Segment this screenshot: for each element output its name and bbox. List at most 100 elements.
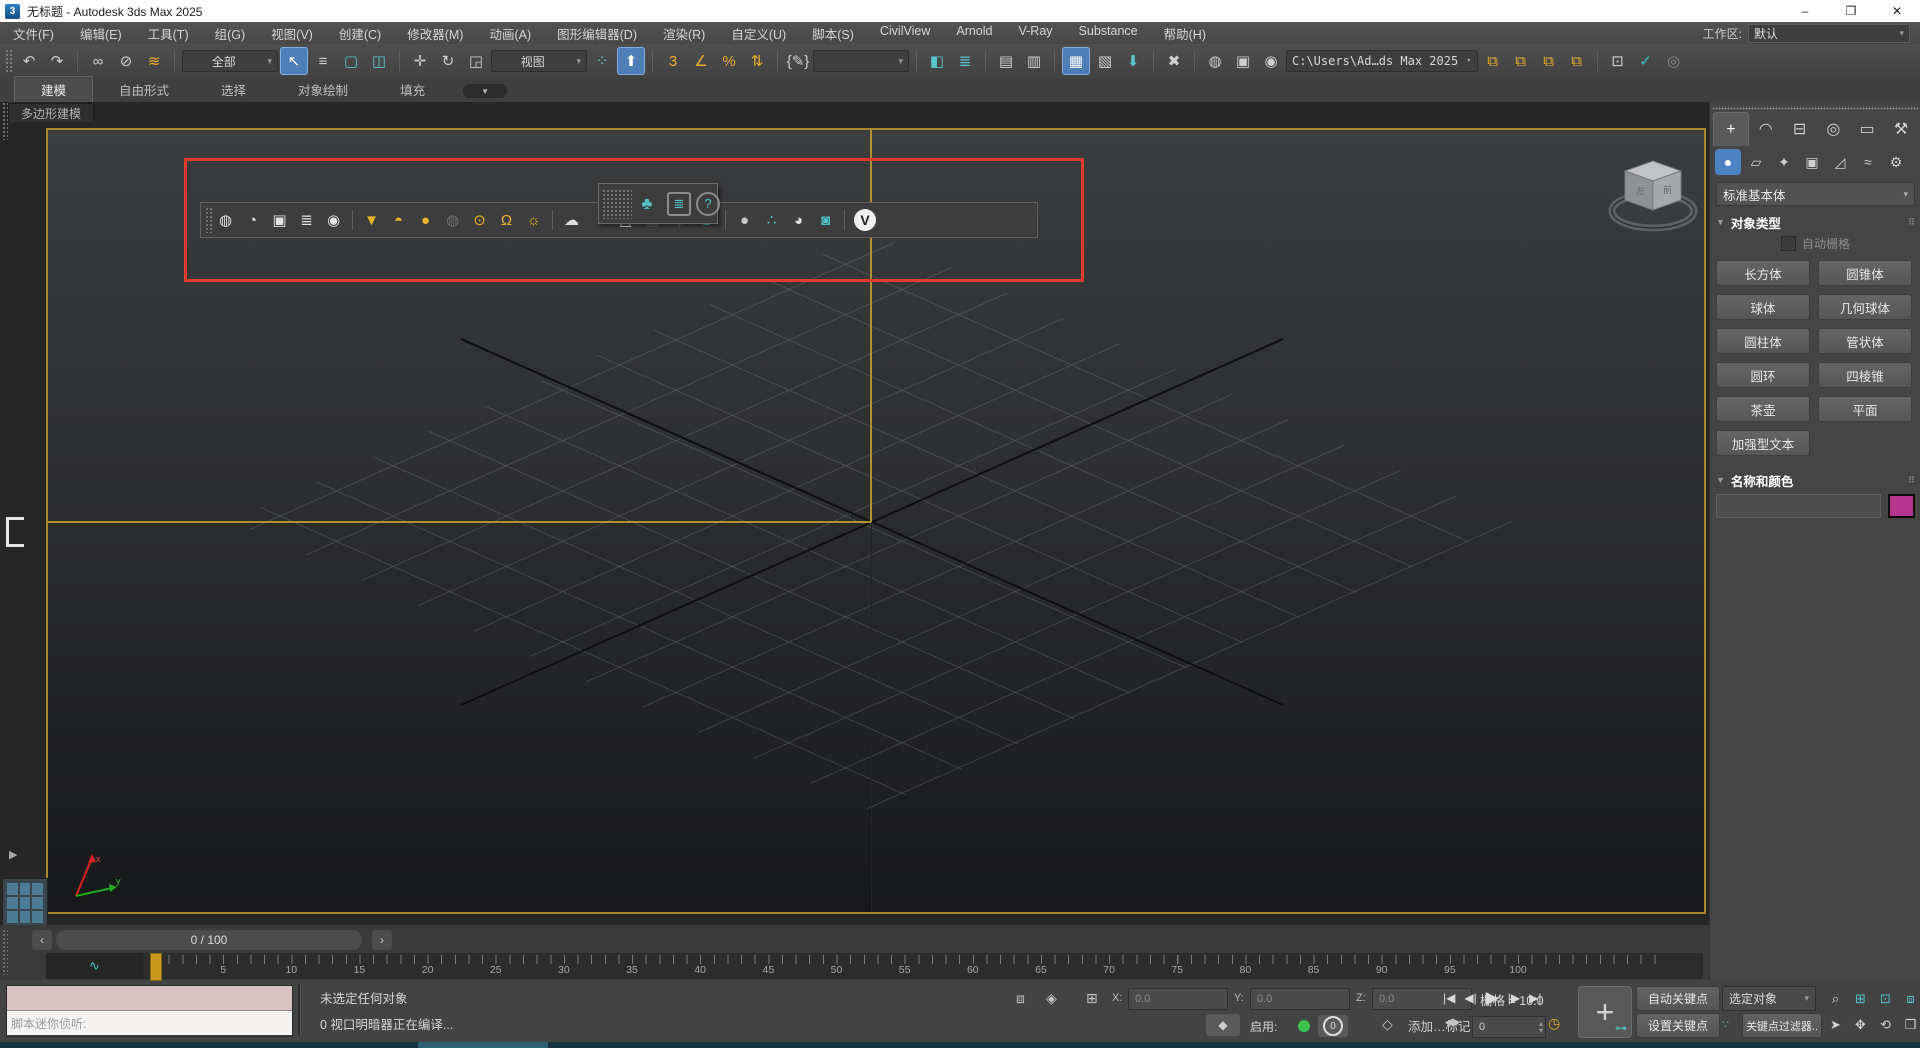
pan-view-button[interactable]: ✥ (1849, 1013, 1872, 1036)
ribbon-tab-populate[interactable]: 填充 (374, 77, 451, 102)
select-object-button[interactable]: ↖ (280, 47, 308, 75)
zoom-all-button[interactable]: ⊞ (1849, 987, 1872, 1010)
tab-create[interactable]: + (1713, 112, 1749, 146)
go-to-start-button[interactable]: |◀ (1443, 991, 1455, 1005)
keyboard-override-button[interactable]: ✖ (1161, 48, 1187, 74)
vray-palette-icon[interactable]: ◕ (785, 207, 812, 233)
select-and-scale-button[interactable]: ◲ (463, 48, 489, 74)
menu-substance[interactable]: Substance (1066, 24, 1151, 43)
ribbon-tab-modeling[interactable]: 建模 (14, 76, 93, 102)
unlink-selection-icon[interactable]: ⊘ (113, 48, 139, 74)
rectangular-selection-region-button[interactable]: ▢ (338, 48, 364, 74)
transform-type-in-icon[interactable]: ⊞ (1086, 990, 1098, 1007)
caddy-counter-button[interactable]: 0 (1318, 1015, 1348, 1037)
selection-lock-icon[interactable]: ◈ (1046, 990, 1057, 1007)
menu-create[interactable]: 创建(C) (326, 24, 394, 43)
ribbon-tab-selection[interactable]: 选择 (195, 77, 272, 102)
vegetation-trees-icon[interactable]: ♣ (632, 189, 662, 219)
list-document-icon[interactable]: ≣ (667, 192, 691, 216)
open-mini-curve-editor-button[interactable]: ∿ (46, 953, 144, 979)
spinner-icon[interactable]: ▴▾ (1539, 1020, 1543, 1034)
adaptive-degradation-shield-icon[interactable]: ◆ (1206, 1014, 1240, 1036)
viewcube-front-label[interactable]: 前 (1663, 184, 1672, 195)
vray-disc-light-icon[interactable]: ⊙ (466, 207, 493, 233)
selection-filter-dropdown[interactable]: 全部 (182, 50, 278, 72)
asset-window-button-2[interactable]: ⧉ (1508, 48, 1534, 74)
button-cylinder[interactable]: 圆柱体 (1716, 328, 1810, 354)
use-pivot-point-button[interactable]: ⁘ (589, 48, 615, 74)
render-setup-button[interactable]: ◍ (1202, 48, 1228, 74)
expand-arrow-icon[interactable]: ▶ (9, 848, 17, 861)
window-crossing-button[interactable]: ◫ (366, 48, 392, 74)
viewport-layout-grid-button[interactable] (2, 878, 48, 928)
x-coordinate-field[interactable]: 0.0 (1128, 988, 1228, 1010)
category-cameras[interactable]: ▣ (1799, 149, 1825, 175)
time-ruler[interactable]: 0510152025303540455055606570758085909510… (143, 953, 1703, 979)
listener-script-row[interactable]: 脚本迷你侦听: (7, 1011, 292, 1035)
menu-edit[interactable]: 编辑(E) (67, 24, 135, 43)
zoom-button[interactable]: ⌕ (1824, 987, 1847, 1010)
percent-snap-button[interactable]: % (716, 48, 742, 74)
view-cube[interactable]: 左 前 (1598, 148, 1706, 244)
listener-macro-row[interactable] (7, 986, 292, 1011)
curve-editor-button[interactable]: ▦ (1062, 47, 1090, 75)
ribbon-tab-freeform[interactable]: 自由形式 (93, 77, 195, 102)
category-helpers[interactable]: ◿ (1827, 149, 1853, 175)
menu-graph-editors[interactable]: 图形编辑器(D) (544, 24, 650, 43)
previous-frame-button[interactable]: ◀| (1464, 991, 1476, 1005)
selection-set-dropdown[interactable]: 选定对象 (1722, 986, 1816, 1011)
vray-physical-camera-icon[interactable]: ◉ (320, 207, 347, 233)
field-of-view-button[interactable]: ➤ (1824, 1013, 1847, 1036)
vray-ies-light-icon[interactable]: Ω (493, 207, 520, 233)
next-frame-arrow[interactable]: › (372, 930, 392, 950)
maximize-viewport-toggle[interactable]: ❒ (1899, 1013, 1920, 1036)
arnold-rings-button[interactable]: ◎ (1661, 48, 1687, 74)
vray-sphere-light-icon[interactable]: ● (412, 207, 439, 233)
angle-snap-button[interactable]: ∠ (688, 48, 714, 74)
ribbon-collapse-button[interactable]: ▼ (463, 84, 507, 98)
ribbon-tab-object-paint[interactable]: 对象绘制 (272, 77, 374, 102)
asset-window-button-3[interactable]: ⧉ (1536, 48, 1562, 74)
tab-display[interactable]: ▭ (1850, 112, 1884, 146)
time-slider-handle[interactable] (150, 953, 162, 981)
tab-motion[interactable]: ◎ (1816, 112, 1850, 146)
zoom-extents-button[interactable]: ⊡ (1874, 987, 1897, 1010)
vray-sky-icon[interactable]: ☁ (558, 207, 585, 233)
close-button[interactable]: ✕ (1874, 0, 1920, 22)
perspective-viewport[interactable]: 左 前 x y (46, 128, 1706, 914)
named-selection-dropdown[interactable] (813, 50, 909, 72)
redo-button[interactable]: ↷ (44, 48, 70, 74)
menu-group[interactable]: 组(G) (202, 24, 259, 43)
category-geometry[interactable]: ● (1715, 149, 1741, 175)
vray-render-settings-icon[interactable]: ▣ (266, 207, 293, 233)
key-steps-icon[interactable]: ∵ (1722, 1018, 1729, 1031)
button-sphere[interactable]: 球体 (1716, 294, 1810, 320)
asset-window-button-4[interactable]: ⧉ (1564, 48, 1590, 74)
category-lights[interactable]: ✦ (1771, 149, 1797, 175)
button-plane[interactable]: 平面 (1818, 396, 1912, 422)
vray-mesh-light-icon[interactable]: ◍ (439, 207, 466, 233)
select-and-link-icon[interactable]: ∞ (85, 48, 111, 74)
mirror-button[interactable]: ◧ (924, 48, 950, 74)
key-mode-toggle[interactable]: ◀▶ (1445, 1017, 1460, 1028)
button-box[interactable]: 长方体 (1716, 260, 1810, 286)
button-geosphere[interactable]: 几何球体 (1818, 294, 1912, 320)
subcategory-dropdown[interactable]: 标准基本体 (1716, 182, 1915, 206)
vray-sun-light-icon[interactable]: ☼ (520, 207, 547, 233)
autogrid-checkbox[interactable] (1781, 236, 1796, 251)
undo-button[interactable]: ↶ (16, 48, 42, 74)
save-scene-state-button[interactable]: ⊡ (1605, 48, 1631, 74)
spinner-snap-button[interactable]: ⇅ (744, 48, 770, 74)
vray-multi-material-icon[interactable]: ∴ (758, 207, 785, 233)
object-name-input[interactable] (1716, 494, 1881, 518)
panel-drag-handle[interactable] (1712, 105, 1919, 112)
key-filters-button[interactable]: 关键点过滤器.. (1742, 1013, 1822, 1038)
menu-civilview[interactable]: CivilView (867, 24, 943, 43)
menu-scripting[interactable]: 脚本(S) (799, 24, 867, 43)
select-and-place-button[interactable]: ⬆ (617, 47, 645, 75)
schematic-view-button[interactable]: ▧ (1092, 48, 1118, 74)
workspace-dropdown[interactable]: 默认 ▾ (1748, 24, 1910, 43)
select-by-name-button[interactable]: ≡ (310, 48, 336, 74)
play-button[interactable]: ▶ (1486, 988, 1499, 1008)
menu-rendering[interactable]: 渲染(R) (650, 24, 718, 43)
